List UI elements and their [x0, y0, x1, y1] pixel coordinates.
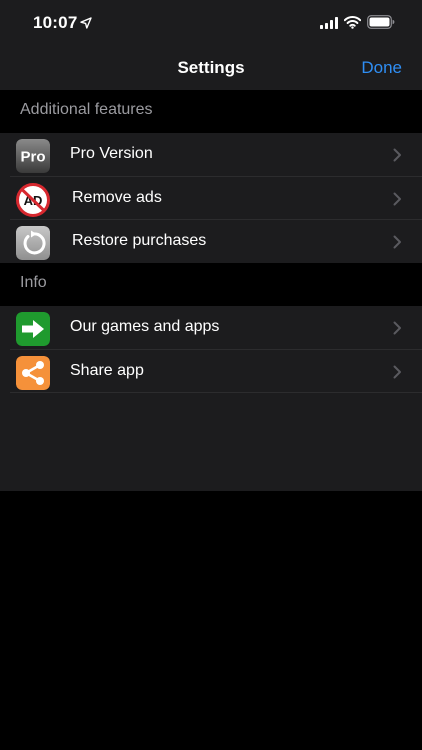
- row-remove-ads[interactable]: AD Remove ads: [0, 177, 422, 220]
- section-header-additional-features: Additional features: [0, 90, 422, 133]
- cellular-signal-icon: [320, 17, 338, 29]
- chevron-right-icon: [393, 148, 401, 162]
- status-bar: 10:07: [0, 0, 422, 48]
- done-button[interactable]: Done: [361, 58, 402, 78]
- row-pro-version[interactable]: Pro Pro Version: [0, 133, 422, 177]
- row-label: Share app: [70, 361, 144, 379]
- battery-icon: [367, 15, 395, 29]
- wifi-icon: [344, 16, 361, 29]
- row-restore-purchases[interactable]: Restore purchases: [0, 220, 422, 264]
- restore-icon: [16, 226, 50, 260]
- navigation-bar: Settings Done: [0, 48, 422, 90]
- pro-icon-text: Pro: [20, 149, 45, 166]
- row-our-games-and-apps[interactable]: Our games and apps: [0, 306, 422, 350]
- section-header-label: Info: [20, 274, 47, 291]
- arrow-right-icon: [16, 312, 50, 346]
- chevron-right-icon: [393, 321, 401, 335]
- section-header-info: Info: [0, 263, 422, 306]
- row-label: Remove ads: [72, 188, 162, 206]
- chevron-right-icon: [393, 192, 401, 205]
- chevron-right-icon: [393, 235, 401, 249]
- divider: [10, 392, 422, 393]
- location-arrow-icon: [80, 17, 92, 29]
- chevron-right-icon: [393, 365, 401, 378]
- additional-features-group: Pro Pro Version AD Remove ads: [0, 133, 422, 264]
- row-share-app[interactable]: Share app: [0, 350, 422, 393]
- status-time: 10:07: [33, 13, 78, 32]
- share-icon: [16, 355, 50, 390]
- info-group: Our games and apps Share app: [0, 306, 422, 393]
- row-label: Our games and apps: [70, 318, 220, 335]
- no-ads-icon: AD: [16, 182, 50, 217]
- row-label: Restore purchases: [72, 232, 207, 249]
- page-title: Settings: [177, 58, 245, 77]
- row-label: Pro Version: [70, 145, 153, 162]
- section-header-label: Additional features: [20, 101, 153, 118]
- pro-icon: Pro: [16, 139, 50, 173]
